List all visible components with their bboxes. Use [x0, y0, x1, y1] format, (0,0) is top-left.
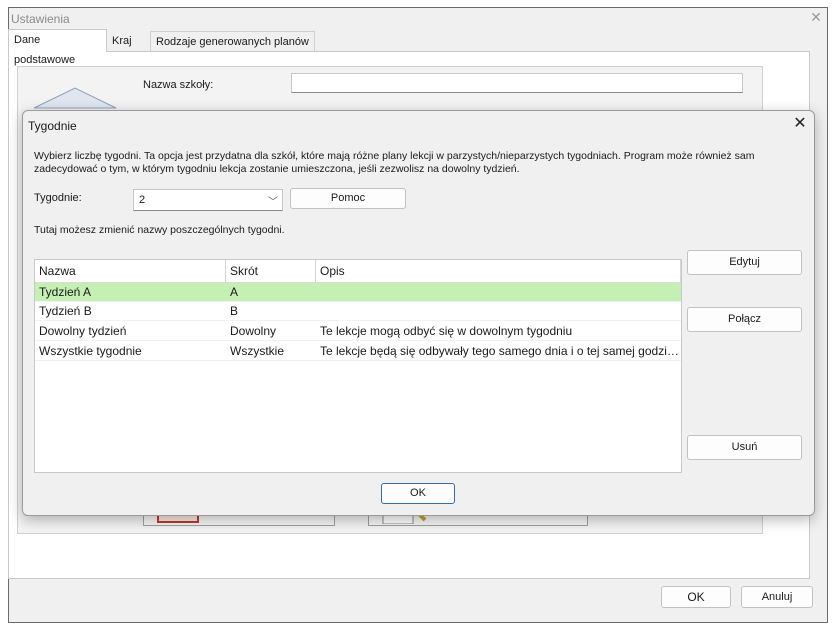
close-icon[interactable]: ✕	[791, 115, 809, 133]
help-button[interactable]: Pomoc	[290, 188, 406, 209]
cell-name: Tydzień A	[39, 285, 92, 299]
table-row[interactable]: Tydzień A A	[35, 283, 681, 302]
weeks-selected-value: 2	[139, 194, 146, 206]
rename-hint: Tutaj możesz zmienić nazwy poszczególnyc…	[34, 224, 285, 236]
house-icon	[33, 87, 117, 109]
tab-country[interactable]: Kraj	[107, 31, 137, 51]
cell-short: B	[230, 304, 239, 318]
table-row[interactable]: Tydzień B B	[35, 302, 681, 321]
chevron-down-icon: ﹀	[268, 197, 278, 208]
cell-name: Tydzień B	[39, 304, 92, 318]
close-icon[interactable]: ✕	[809, 10, 823, 24]
cancel-button[interactable]: Anuluj	[741, 586, 813, 608]
dialog-description: Wybierz liczbę tygodni. Ta opcja jest pr…	[34, 150, 755, 175]
tab-basic-data[interactable]: Dane podstawowe	[8, 29, 107, 66]
weeks-label: Tygodnie:	[34, 192, 82, 204]
weeks-dialog: Tygodnie ✕ Wybierz liczbę tygodni. Ta op…	[22, 110, 815, 516]
column-header-name[interactable]: Nazwa	[35, 260, 226, 282]
delete-button[interactable]: Usuń	[687, 435, 802, 460]
edit-button[interactable]: Edytuj	[687, 250, 802, 275]
tab-generated-plan-types[interactable]: Rodzaje generowanych planów	[150, 31, 315, 51]
cell-description: Te lekcje będą się odbywały tego samego …	[320, 344, 681, 358]
window-title: Ustawienia	[11, 12, 70, 26]
table-header: Nazwa Skrót Opis	[35, 260, 681, 283]
ok-button[interactable]: OK	[661, 586, 731, 608]
weeks-select[interactable]: 2 ﹀	[133, 189, 283, 211]
school-name-label: Nazwa szkoły:	[143, 79, 214, 91]
weeks-table: Nazwa Skrót Opis Tydzień A A Tydzień B B…	[34, 259, 682, 473]
cell-short: Wszystkie	[230, 344, 284, 358]
school-name-input[interactable]	[291, 73, 743, 93]
dialog-title: Tygodnie	[28, 119, 77, 133]
merge-button[interactable]: Połącz	[687, 307, 802, 332]
cell-name: Dowolny tydzień	[39, 324, 127, 338]
column-header-description[interactable]: Opis	[316, 260, 681, 282]
cell-short: Dowolny	[230, 324, 277, 338]
cell-name: Wszystkie tygodnie	[39, 344, 142, 358]
column-header-short[interactable]: Skrót	[226, 260, 316, 282]
table-row[interactable]: Wszystkie tygodnie Wszystkie Te lekcje b…	[35, 342, 681, 361]
table-row[interactable]: Dowolny tydzień Dowolny Te lekcje mogą o…	[35, 322, 681, 341]
cell-description: Te lekcje mogą odbyć się w dowolnym tygo…	[320, 324, 573, 338]
cell-short: A	[230, 285, 239, 299]
dialog-ok-button[interactable]: OK	[381, 483, 455, 504]
